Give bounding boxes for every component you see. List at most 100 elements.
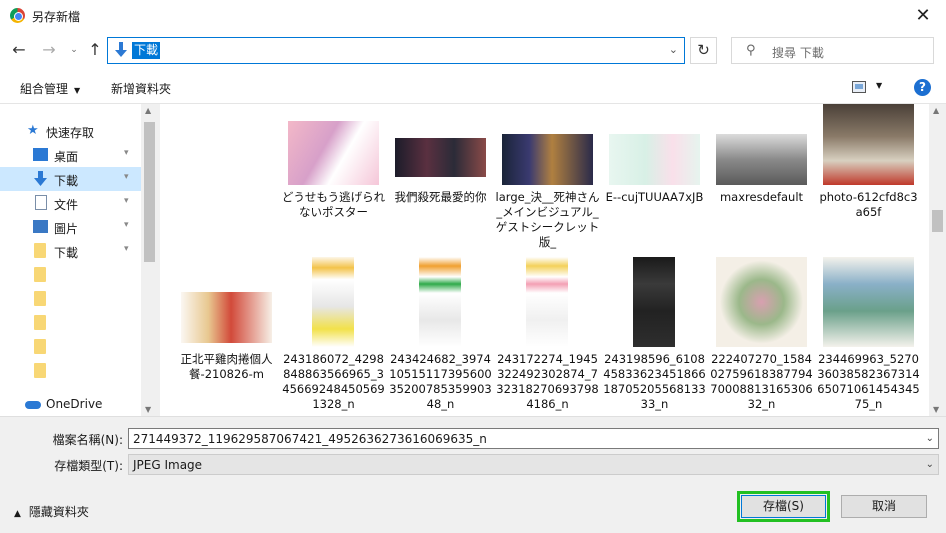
pin-icon: ▾ (124, 172, 129, 182)
file-thumbnail (716, 257, 807, 347)
sidebar-item-folder[interactable] (0, 311, 141, 335)
sidebar-item-downloads[interactable]: 下載 ▾ (0, 167, 141, 191)
filename-field[interactable]: 271449372_119629587067421_49526362736160… (128, 428, 939, 449)
sidebar-item-documents[interactable]: 文件 ▾ (0, 191, 141, 215)
up-arrow-icon[interactable]: ↑ (85, 40, 105, 60)
star-icon: ★ (27, 123, 39, 138)
sidebar-item-label: 快速存取 (46, 126, 95, 140)
sidebar-item-label: 下載 (54, 246, 79, 260)
filetype-label: 存檔類型(T): (54, 459, 123, 473)
file-name: 正北平雞肉捲個人餐-210826-m (180, 352, 273, 381)
file-thumbnail (181, 292, 272, 343)
file-name: photo-612cfd8c3a65f (819, 190, 918, 219)
dialog-title: 另存新檔 (32, 10, 81, 24)
address-chevron-down-icon[interactable]: ⌄ (669, 43, 678, 56)
filetype-value: JPEG Image (133, 458, 203, 472)
cancel-button[interactable]: 取消 (841, 495, 927, 518)
search-input[interactable]: ⚲ 搜尋 下載 (731, 37, 934, 64)
organize-label: 組合管理 (20, 82, 69, 96)
sidebar-scroll-thumb[interactable] (144, 122, 155, 262)
hide-folders-label: 隱藏資料夾 (28, 505, 89, 519)
sidebar-item-quick-access[interactable]: ★ 快速存取 (0, 119, 141, 143)
help-icon[interactable]: ? (914, 79, 931, 96)
file-name: 243424682_397410515117395600352007853599… (389, 352, 492, 411)
sidebar-item-download-folder[interactable]: 下載 ▾ (0, 239, 141, 263)
file-thumbnail (823, 104, 914, 185)
file-thumbnail (526, 257, 568, 347)
change-view-button[interactable]: ▼ (852, 80, 886, 96)
address-bar[interactable]: 下載 ⌄ (107, 37, 685, 64)
folder-icon (34, 363, 46, 378)
file-name: 243172274_1945322492302874_7323182706937… (496, 352, 599, 411)
file-thumbnail (395, 138, 486, 177)
file-thumbnail (288, 121, 379, 185)
sidebar-item-desktop[interactable]: 桌面 ▾ (0, 143, 141, 167)
picture-icon (33, 220, 48, 233)
file-name: どうせもう逃げられないポスター (281, 190, 386, 219)
command-toolbar: 組合管理 ▼ 新增資料夾 ▼ ? (0, 71, 946, 104)
save-as-dialog: 另存新檔 ✕ ← → ⌄ ↑ 下載 ⌄ ↻ ⚲ 搜尋 下載 組合管理 ▼ 新增資料… (0, 0, 946, 533)
file-list: どうせもう逃げられないポスター 我們殺死最愛的你 large_決__死神さん_メ… (160, 104, 946, 416)
file-thumbnail (419, 257, 461, 347)
sidebar-item-label: 圖片 (54, 222, 79, 236)
filename-value: 271449372_119629587067421_49526362736160… (133, 432, 487, 446)
sidebar-item-folder[interactable] (0, 287, 141, 311)
forward-arrow-icon[interactable]: → (39, 40, 59, 60)
filetype-select[interactable]: JPEG Image ⌄ (128, 454, 939, 475)
address-path[interactable]: 下載 (132, 42, 161, 59)
sidebar-item-label: 下載 (54, 174, 79, 188)
chrome-app-icon (10, 8, 25, 23)
new-folder-button[interactable]: 新增資料夾 (111, 80, 171, 97)
sidebar-item-folder[interactable] (0, 335, 141, 359)
sidebar-item-pictures[interactable]: 圖片 ▾ (0, 215, 141, 239)
recent-locations-chevron-icon[interactable]: ⌄ (64, 40, 84, 60)
pin-icon: ▾ (124, 244, 129, 254)
pin-icon: ▾ (124, 196, 129, 206)
file-thumbnail (633, 257, 675, 347)
file-name: 222407270_158402759618387794700088131653… (710, 352, 813, 411)
sidebar-item-folder[interactable] (0, 263, 141, 287)
sidebar-item-folder[interactable] (0, 359, 141, 383)
view-caret-icon: ▼ (876, 81, 883, 90)
refresh-icon[interactable]: ↻ (690, 37, 717, 64)
title-bar: 另存新檔 ✕ (0, 0, 946, 31)
scroll-down-icon[interactable]: ▼ (145, 405, 151, 414)
folder-icon (34, 267, 46, 282)
search-placeholder: 搜尋 下載 (772, 46, 824, 60)
folder-icon (34, 339, 46, 354)
document-icon (35, 195, 47, 210)
filetype-chevron-down-icon[interactable]: ⌄ (926, 457, 934, 473)
save-options-panel: 檔案名稱(N): 271449372_119629587067421_49526… (0, 416, 946, 533)
back-arrow-icon[interactable]: ← (9, 40, 29, 60)
sidebar-scrollbar[interactable]: ▲ ▼ (141, 104, 158, 416)
sidebar-item-onedrive[interactable]: OneDrive (0, 392, 141, 416)
hide-folders-toggle[interactable]: ▲ 隱藏資料夾 (14, 503, 89, 520)
file-name: E--cujTUUAA7xJB (605, 190, 704, 204)
navigation-bar: ← → ⌄ ↑ 下載 ⌄ ↻ ⚲ 搜尋 下載 (0, 31, 946, 71)
view-icon (852, 81, 866, 93)
scroll-up-icon[interactable]: ▲ (145, 106, 151, 115)
file-thumbnail (609, 134, 700, 185)
scroll-up-icon[interactable]: ▲ (933, 106, 939, 115)
file-name: 243186072_4298848863566965_3456692484505… (282, 352, 385, 411)
search-icon: ⚲ (746, 43, 756, 58)
folder-icon (34, 243, 46, 258)
sidebar-item-label: 文件 (54, 198, 79, 212)
file-name: 我們殺死最愛的你 (394, 190, 487, 204)
save-button[interactable]: 存檔(S) (737, 491, 830, 522)
filename-chevron-down-icon[interactable]: ⌄ (926, 431, 934, 447)
file-thumbnail (823, 257, 914, 347)
organize-menu-button[interactable]: 組合管理 ▼ (20, 80, 80, 97)
file-list-scroll-thumb[interactable] (932, 210, 943, 232)
sidebar-item-label: OneDrive (46, 397, 103, 411)
desktop-icon (33, 148, 48, 161)
folder-icon (34, 291, 46, 306)
download-icon (34, 171, 47, 186)
pin-icon: ▾ (124, 220, 129, 230)
pin-icon: ▾ (124, 148, 129, 158)
file-thumbnail (312, 257, 354, 347)
close-icon[interactable]: ✕ (900, 0, 946, 31)
scroll-down-icon[interactable]: ▼ (933, 405, 939, 414)
file-list-scrollbar[interactable]: ▲ ▼ (929, 104, 946, 416)
chevron-up-icon: ▲ (14, 509, 21, 519)
